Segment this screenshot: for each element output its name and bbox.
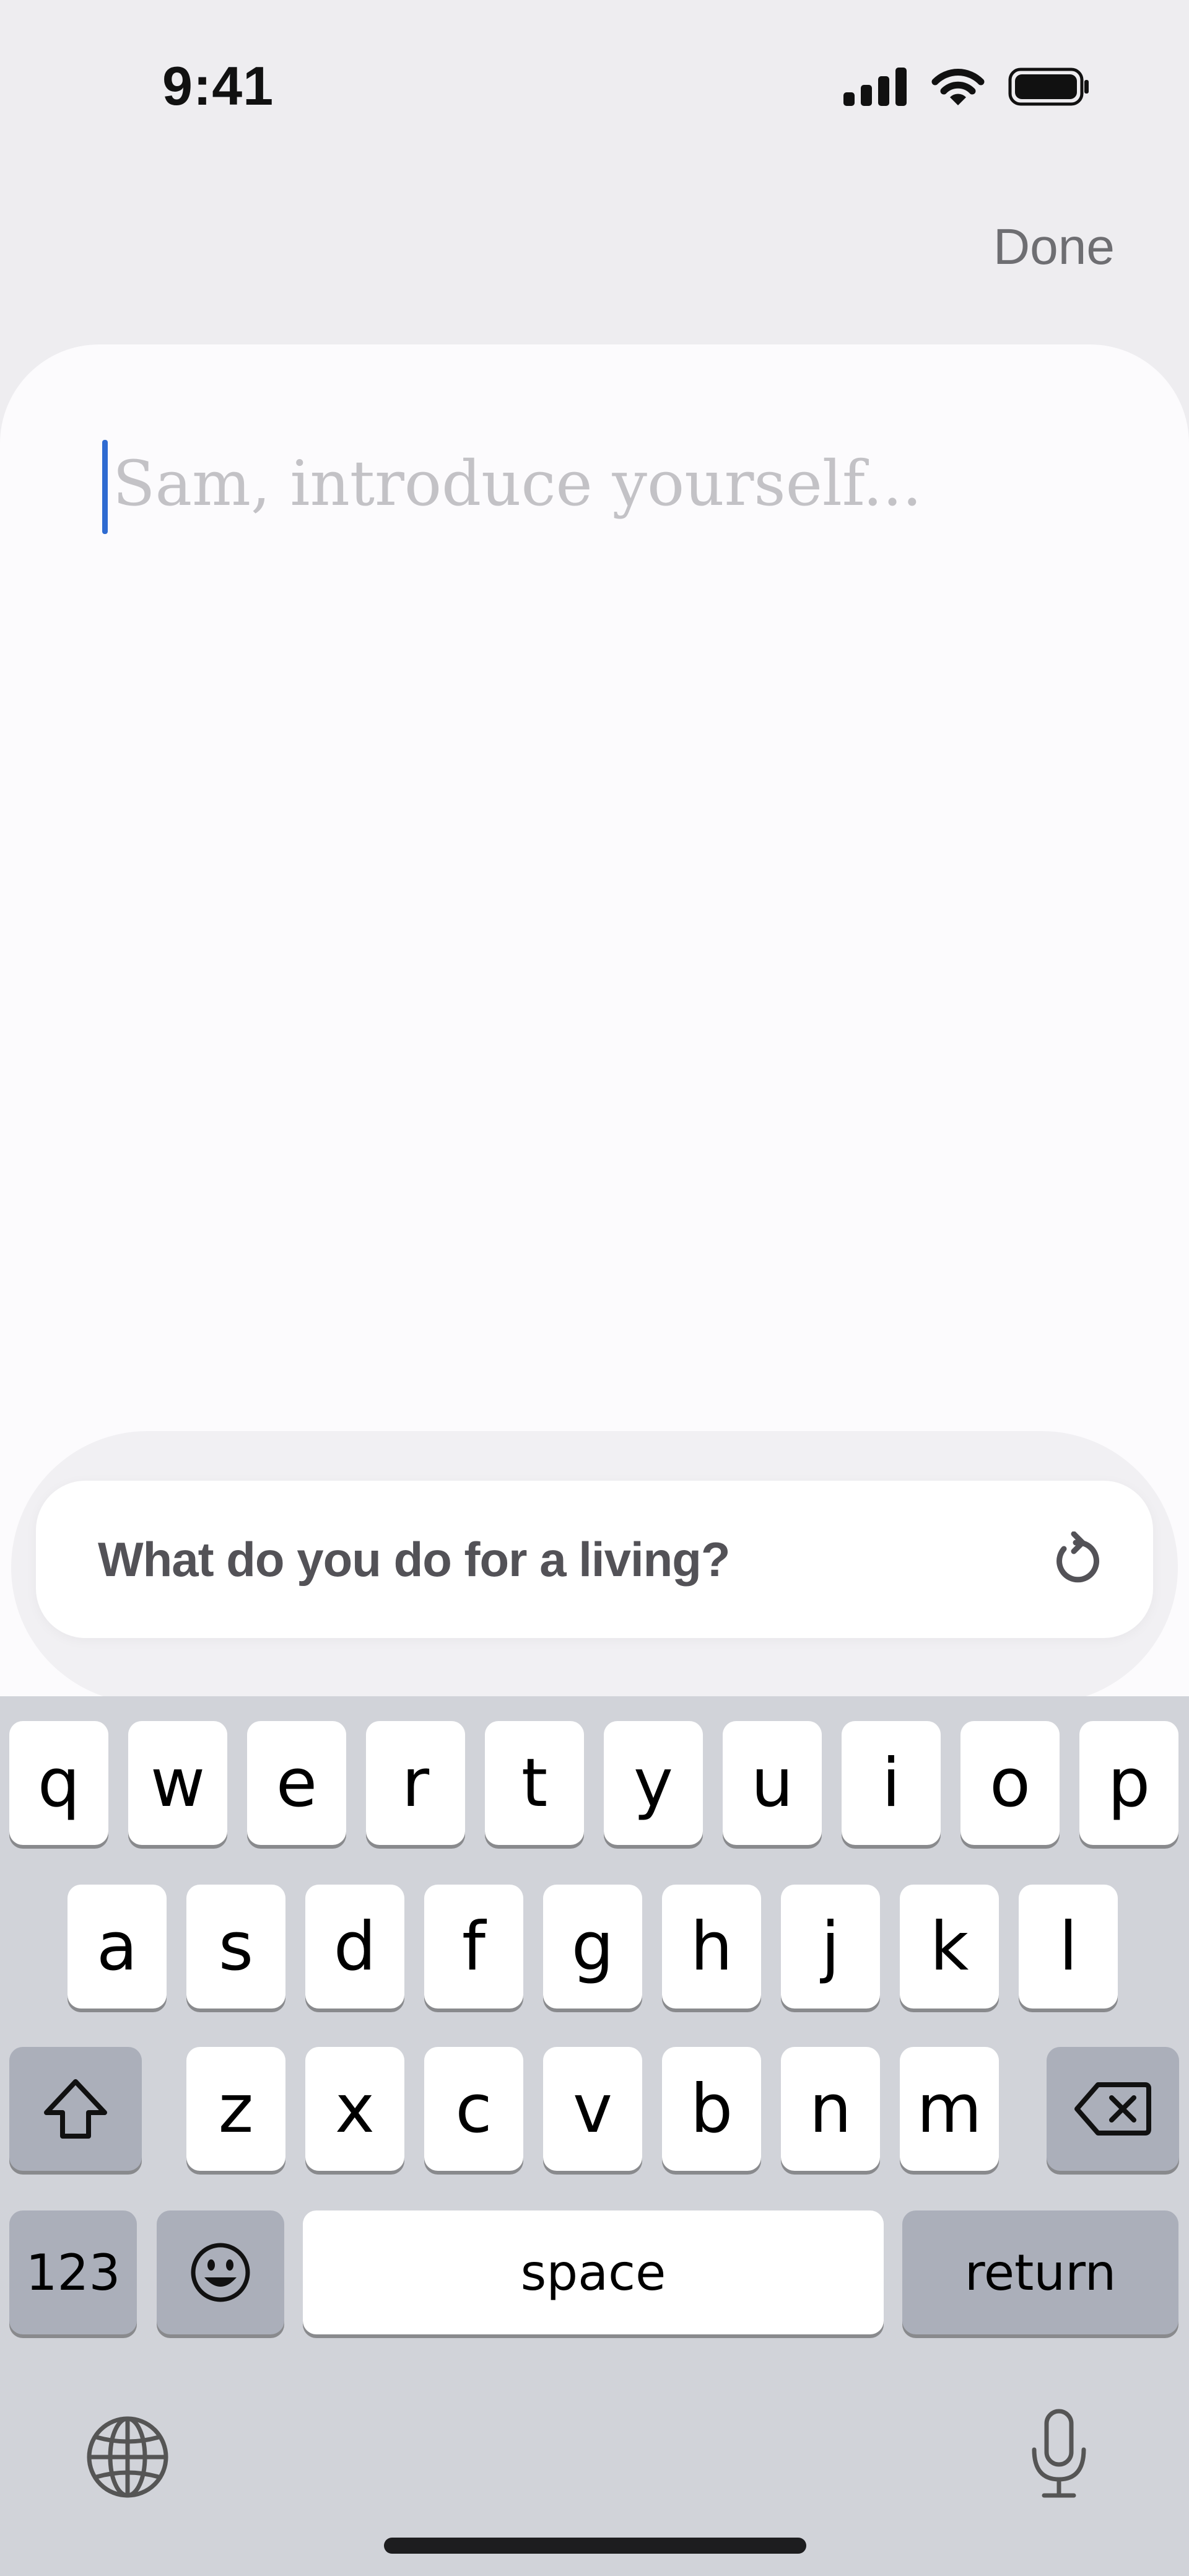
key-z[interactable]: z <box>186 2047 285 2171</box>
emoji-key[interactable] <box>157 2210 284 2334</box>
delete-key[interactable] <box>1047 2047 1179 2171</box>
globe-icon[interactable] <box>85 2415 170 2499</box>
key-y[interactable]: y <box>604 1721 703 1845</box>
status-time: 9:41 <box>162 55 274 116</box>
key-d[interactable]: d <box>305 1885 404 2009</box>
key-s[interactable]: s <box>186 1885 285 2009</box>
wifi-icon <box>931 69 985 105</box>
screen: 9:41 Done Sam, introduce yourself... Wha… <box>0 0 1189 2576</box>
key-j[interactable]: j <box>781 1885 880 2009</box>
refresh-icon[interactable] <box>1048 1531 1104 1587</box>
key-n[interactable]: n <box>781 2047 880 2171</box>
keyboard: q w e r t y u i o p a s d f g h j k l z … <box>0 1696 1189 2576</box>
cellular-signal-icon <box>843 68 907 106</box>
key-f[interactable]: f <box>424 1885 523 2009</box>
key-i[interactable]: i <box>842 1721 941 1845</box>
space-key[interactable]: space <box>303 2210 884 2334</box>
text-caret <box>102 440 108 534</box>
composer-input-placeholder[interactable]: Sam, introduce yourself... <box>113 447 922 520</box>
return-key[interactable]: return <box>902 2210 1178 2334</box>
key-r[interactable]: r <box>366 1721 465 1845</box>
shift-icon <box>44 2079 107 2139</box>
key-e[interactable]: e <box>247 1721 346 1845</box>
key-t[interactable]: t <box>485 1721 584 1845</box>
key-p[interactable]: p <box>1079 1721 1178 1845</box>
suggestion-text: What do you do for a living? <box>98 1532 731 1587</box>
key-h[interactable]: h <box>662 1885 761 2009</box>
key-u[interactable]: u <box>723 1721 822 1845</box>
status-icons <box>843 67 1090 107</box>
battery-icon <box>1008 68 1089 106</box>
emoji-icon <box>191 2243 250 2302</box>
numbers-key[interactable]: 123 <box>9 2210 137 2334</box>
key-g[interactable]: g <box>543 1885 642 2009</box>
home-indicator[interactable] <box>384 2538 806 2554</box>
key-c[interactable]: c <box>424 2047 523 2171</box>
key-m[interactable]: m <box>900 2047 999 2171</box>
done-button[interactable]: Done <box>993 218 1115 276</box>
delete-icon <box>1074 2082 1151 2136</box>
key-v[interactable]: v <box>543 2047 642 2171</box>
shift-key[interactable] <box>9 2047 142 2171</box>
key-l[interactable]: l <box>1019 1885 1118 2009</box>
key-o[interactable]: o <box>960 1721 1060 1845</box>
key-q[interactable]: q <box>9 1721 108 1845</box>
microphone-icon[interactable] <box>1028 2409 1090 2499</box>
key-w[interactable]: w <box>128 1721 227 1845</box>
key-k[interactable]: k <box>900 1885 999 2009</box>
key-x[interactable]: x <box>305 2047 404 2171</box>
suggestion-chip[interactable]: What do you do for a living? <box>36 1481 1153 1638</box>
key-b[interactable]: b <box>662 2047 761 2171</box>
key-a[interactable]: a <box>68 1885 167 2009</box>
